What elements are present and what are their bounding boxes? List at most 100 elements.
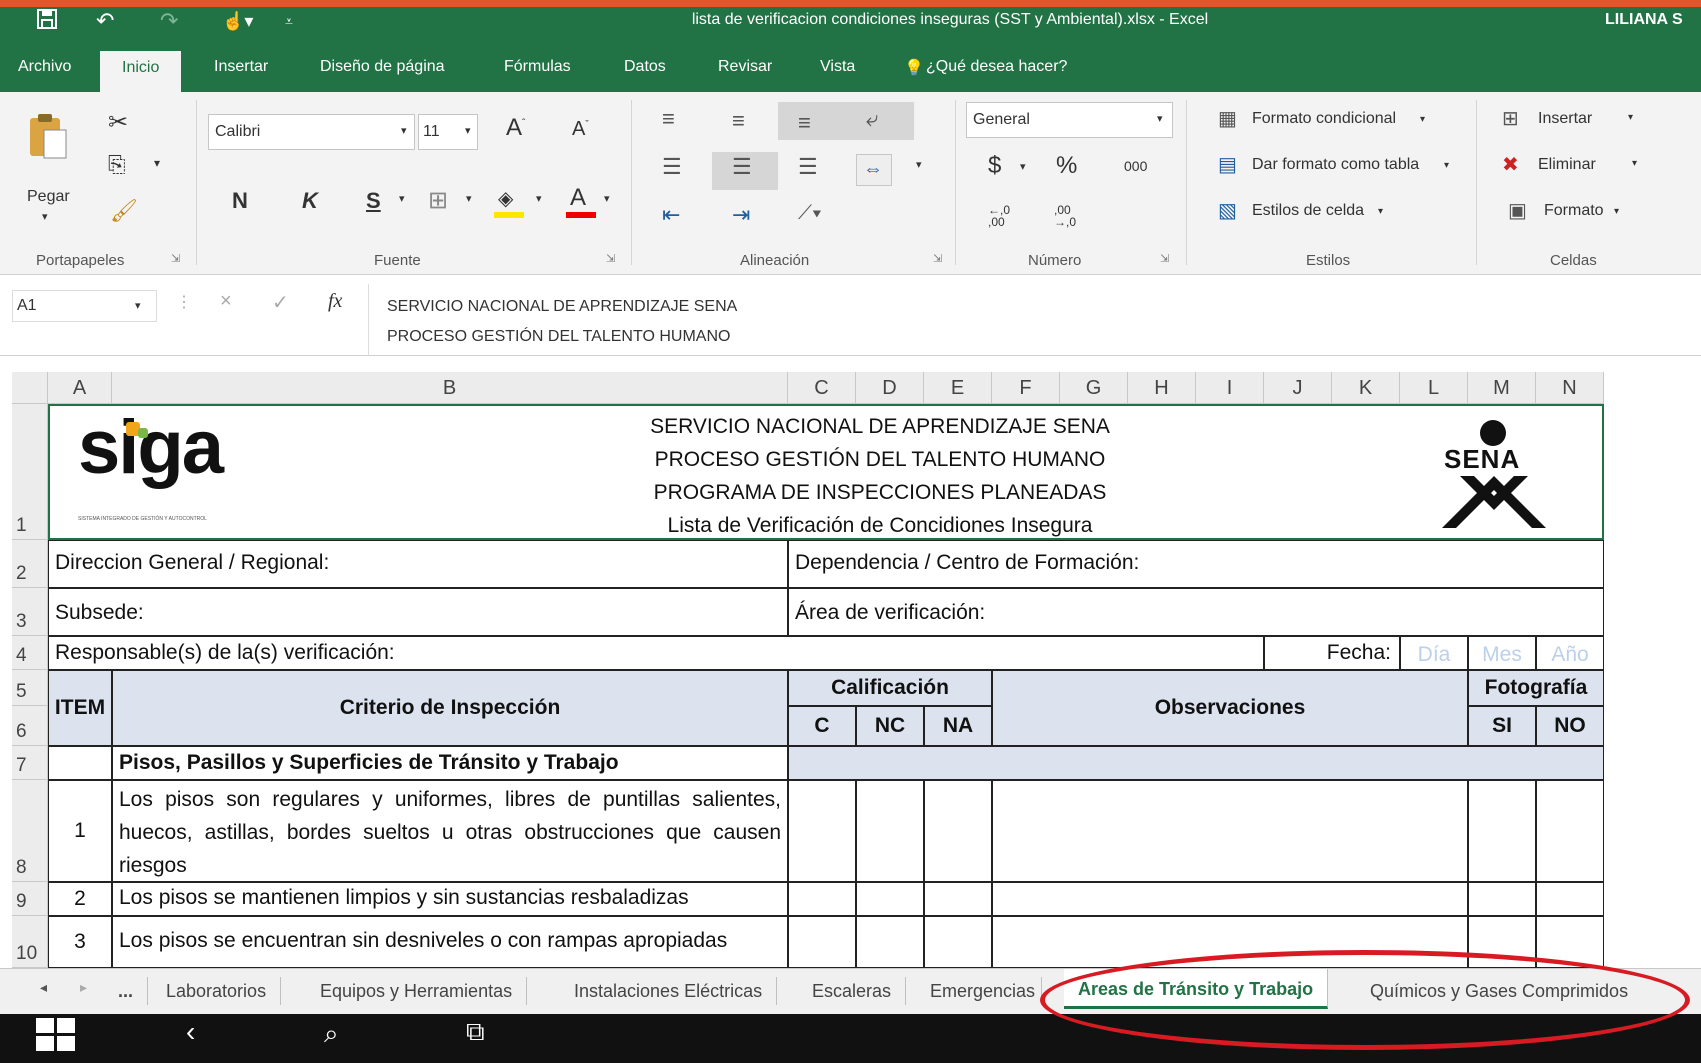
enter-icon[interactable]: ✓ (272, 290, 289, 315)
currency-dropdown-icon[interactable]: ▾ (1020, 160, 1026, 173)
column-header[interactable]: C (788, 372, 856, 404)
si-header[interactable]: SI (1468, 706, 1536, 746)
column-header[interactable]: G (1060, 372, 1128, 404)
underline-button[interactable]: S (366, 188, 381, 214)
nc-cell[interactable] (856, 916, 924, 968)
orientation-icon[interactable]: ⟋▾ (798, 202, 822, 225)
no-cell[interactable] (1536, 780, 1604, 882)
section-item-cell[interactable] (48, 746, 112, 780)
underline-dropdown-icon[interactable]: ▾ (399, 192, 405, 205)
column-header[interactable]: H (1128, 372, 1196, 404)
row-header[interactable]: 1 (12, 404, 48, 540)
row-header[interactable]: 2 (12, 540, 48, 588)
row-header[interactable]: 5 (12, 670, 48, 706)
nc-cell[interactable] (856, 882, 924, 916)
insert-cells-icon[interactable]: ⊞ (1502, 106, 1519, 131)
tell-me-search[interactable]: ¿Qué desea hacer? (926, 58, 1067, 76)
font-size-select[interactable]: 11 ▾ (418, 114, 478, 150)
bold-button[interactable]: N (232, 188, 248, 214)
copy-dropdown-icon[interactable]: ▾ (154, 156, 160, 170)
item-header[interactable]: ITEM (48, 670, 112, 746)
column-header[interactable]: F (992, 372, 1060, 404)
sheet-tab[interactable]: Instalaciones Eléctricas (560, 977, 778, 1005)
merge-center-icon[interactable]: ⇔ (856, 154, 892, 186)
c-cell[interactable] (788, 916, 856, 968)
undo-icon[interactable]: ↶ (96, 8, 114, 34)
cell-styles-icon[interactable]: ▧ (1218, 198, 1237, 223)
item-criterion-cell[interactable]: Los pisos se mantienen limpios y sin sus… (112, 882, 788, 916)
font-color-icon[interactable]: A (566, 184, 596, 218)
column-header[interactable]: N (1536, 372, 1604, 404)
number-launcher-icon[interactable]: ⇲ (1160, 252, 1169, 265)
no-header[interactable]: NO (1536, 706, 1604, 746)
dependencia-cell[interactable]: Dependencia / Centro de Formación: (788, 540, 1604, 588)
font-color-dropdown-icon[interactable]: ▾ (604, 192, 610, 205)
fecha-label-cell[interactable]: Fecha: (1264, 636, 1400, 670)
row-header[interactable]: 10 (12, 916, 48, 968)
name-box[interactable]: A1 ▾ (12, 290, 157, 322)
na-header[interactable]: NA (924, 706, 992, 746)
user-name[interactable]: LILIANA S (1605, 11, 1695, 29)
tab-archivo[interactable]: Archivo (18, 58, 71, 76)
increase-decimal-button[interactable]: ←,0 ,00 (988, 204, 1018, 228)
calificacion-header[interactable]: Calificación (788, 670, 992, 706)
mes-cell[interactable]: Mes (1468, 636, 1536, 670)
si-cell[interactable] (1468, 780, 1536, 882)
increase-indent-icon[interactable]: ⇥ (732, 202, 750, 228)
task-view-icon[interactable]: ⧉ (466, 1016, 485, 1048)
borders-icon[interactable]: ⊞ (428, 186, 448, 215)
merge-dropdown-icon[interactable]: ▾ (916, 158, 922, 171)
paste-icon[interactable] (28, 112, 68, 162)
insert-cells-button[interactable]: Insertar (1538, 110, 1592, 128)
sheet-tab[interactable]: Emergencias (916, 977, 1042, 1005)
tab-inicio[interactable]: Inicio (100, 51, 182, 92)
conditional-format-icon[interactable]: ▦ (1218, 106, 1237, 131)
worksheet[interactable]: A B C D E F G H I J K L M N 1 2 3 4 5 6 … (0, 372, 1701, 968)
column-header[interactable]: I (1196, 372, 1264, 404)
scroll-left-icon[interactable]: ◂ (40, 979, 47, 996)
formula-input[interactable]: SERVICIO NACIONAL DE APRENDIZAJE SENA PR… (368, 284, 1701, 356)
criterio-header[interactable]: Criterio de Inspección (112, 670, 788, 746)
column-header[interactable]: E (924, 372, 992, 404)
format-dropdown-icon[interactable]: ▾ (1614, 206, 1619, 217)
item-number-cell[interactable]: 2 (48, 882, 112, 916)
row-header[interactable]: 6 (12, 706, 48, 746)
sheet-tab[interactable]: Equipos y Herramientas (306, 977, 528, 1005)
align-left-icon[interactable]: ☰ (662, 154, 682, 180)
italic-button[interactable]: K (302, 188, 318, 214)
tab-formulas[interactable]: Fórmulas (504, 58, 571, 76)
c-cell[interactable] (788, 780, 856, 882)
item-number-cell[interactable]: 3 (48, 916, 112, 968)
observaciones-cell[interactable] (992, 882, 1468, 916)
cut-icon[interactable]: ✂ (108, 108, 128, 137)
select-all-corner[interactable] (12, 372, 48, 404)
na-cell[interactable] (924, 882, 992, 916)
customize-qat-icon[interactable]: ⩡ (285, 8, 293, 34)
currency-button[interactable]: $ (988, 152, 1001, 180)
c-cell[interactable] (788, 882, 856, 916)
na-cell[interactable] (924, 780, 992, 882)
middle-align-icon[interactable]: ≡ (732, 108, 745, 134)
wrap-text-icon[interactable]: ⤶ (866, 106, 878, 132)
delete-cells-button[interactable]: Eliminar (1538, 156, 1596, 174)
section-title-cell[interactable]: Pisos, Pasillos y Superficies de Tránsit… (112, 746, 788, 780)
area-verificacion-cell[interactable]: Área de verificación: (788, 588, 1604, 636)
si-cell[interactable] (1468, 882, 1536, 916)
row-header[interactable]: 8 (12, 780, 48, 882)
clipboard-launcher-icon[interactable]: ⇲ (171, 252, 180, 265)
copy-icon[interactable]: ⎘ (108, 152, 126, 178)
column-header[interactable]: D (856, 372, 924, 404)
header-merged-cell[interactable]: siga SISTEMA INTEGRADO DE GESTIÓN Y AUTO… (48, 404, 1604, 540)
column-header[interactable]: B (112, 372, 788, 404)
decrease-indent-icon[interactable]: ⇤ (662, 202, 680, 228)
observaciones-header[interactable]: Observaciones (992, 670, 1468, 746)
tab-datos[interactable]: Datos (624, 58, 666, 76)
column-header[interactable]: K (1332, 372, 1400, 404)
item-number-cell[interactable]: 1 (48, 780, 112, 882)
sheet-tab[interactable]: Escaleras (798, 977, 907, 1005)
tab-diseno-pagina[interactable]: Diseño de página (320, 58, 445, 76)
align-right-icon[interactable]: ☰ (798, 154, 818, 180)
format-painter-icon[interactable]: 🖌 (110, 198, 138, 224)
windows-start-icon[interactable] (36, 1018, 76, 1052)
column-header[interactable]: J (1264, 372, 1332, 404)
